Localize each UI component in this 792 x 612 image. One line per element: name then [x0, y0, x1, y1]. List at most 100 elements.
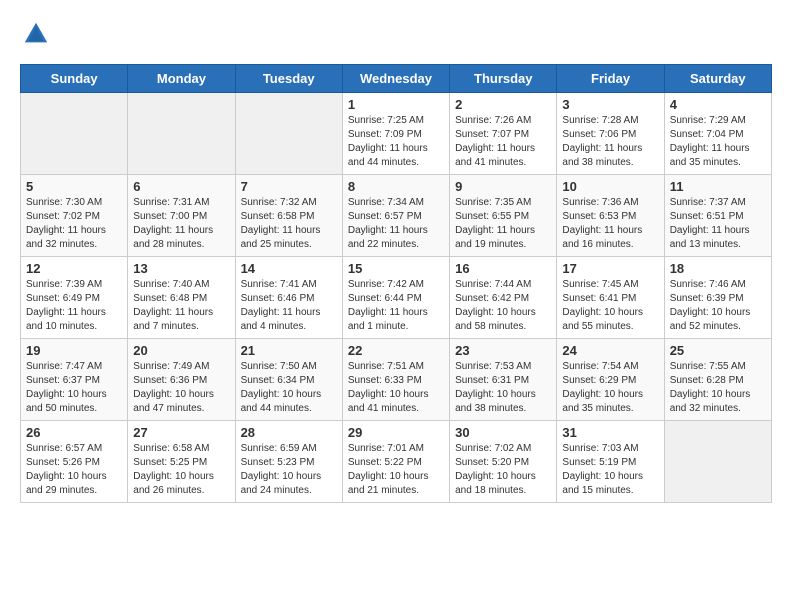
day-number: 3	[562, 97, 658, 112]
day-of-week-header: Saturday	[664, 65, 771, 93]
day-info: Sunrise: 7:46 AM Sunset: 6:39 PM Dayligh…	[670, 278, 766, 334]
day-info: Sunrise: 7:26 AM Sunset: 7:07 PM Dayligh…	[455, 114, 551, 170]
calendar-week-row: 26 Sunrise: 6:57 AM Sunset: 5:26 PM Dayli…	[21, 421, 772, 503]
day-info: Sunrise: 7:44 AM Sunset: 6:42 PM Dayligh…	[455, 278, 551, 334]
day-info: Sunrise: 7:39 AM Sunset: 6:49 PM Dayligh…	[26, 278, 122, 334]
calendar-table: SundayMondayTuesdayWednesdayThursdayFrid…	[20, 64, 772, 503]
day-of-week-header: Sunday	[21, 65, 128, 93]
calendar-day-cell: 11 Sunrise: 7:37 AM Sunset: 6:51 PM Dayli…	[664, 175, 771, 257]
day-info: Sunrise: 7:50 AM Sunset: 6:34 PM Dayligh…	[241, 360, 337, 416]
day-info: Sunrise: 7:36 AM Sunset: 6:53 PM Dayligh…	[562, 196, 658, 252]
day-info: Sunrise: 7:40 AM Sunset: 6:48 PM Dayligh…	[133, 278, 229, 334]
day-info: Sunrise: 6:59 AM Sunset: 5:23 PM Dayligh…	[241, 442, 337, 498]
day-info: Sunrise: 7:45 AM Sunset: 6:41 PM Dayligh…	[562, 278, 658, 334]
day-info: Sunrise: 7:53 AM Sunset: 6:31 PM Dayligh…	[455, 360, 551, 416]
day-number: 19	[26, 343, 122, 358]
calendar-day-cell: 22 Sunrise: 7:51 AM Sunset: 6:33 PM Dayli…	[342, 339, 449, 421]
calendar-day-cell: 28 Sunrise: 6:59 AM Sunset: 5:23 PM Dayli…	[235, 421, 342, 503]
day-info: Sunrise: 7:35 AM Sunset: 6:55 PM Dayligh…	[455, 196, 551, 252]
calendar-week-row: 1 Sunrise: 7:25 AM Sunset: 7:09 PM Daylig…	[21, 93, 772, 175]
calendar-day-cell: 19 Sunrise: 7:47 AM Sunset: 6:37 PM Dayli…	[21, 339, 128, 421]
calendar-day-cell: 5Sunrise: 7:30 AM Sunset: 7:02 PM Daylig…	[21, 175, 128, 257]
day-number: 27	[133, 425, 229, 440]
day-info: Sunrise: 7:25 AM Sunset: 7:09 PM Dayligh…	[348, 114, 444, 170]
day-info: Sunrise: 7:30 AM Sunset: 7:02 PM Dayligh…	[26, 196, 122, 252]
calendar-day-cell: 25Sunrise: 7:55 AM Sunset: 6:28 PM Dayli…	[664, 339, 771, 421]
calendar-day-cell: 17 Sunrise: 7:45 AM Sunset: 6:41 PM Dayli…	[557, 257, 664, 339]
calendar-day-cell: 12 Sunrise: 7:39 AM Sunset: 6:49 PM Dayli…	[21, 257, 128, 339]
day-info: Sunrise: 7:51 AM Sunset: 6:33 PM Dayligh…	[348, 360, 444, 416]
calendar-day-cell: 8 Sunrise: 7:34 AM Sunset: 6:57 PM Daylig…	[342, 175, 449, 257]
calendar-day-cell: 3 Sunrise: 7:28 AM Sunset: 7:06 PM Daylig…	[557, 93, 664, 175]
day-info: Sunrise: 7:41 AM Sunset: 6:46 PM Dayligh…	[241, 278, 337, 334]
day-number: 20	[133, 343, 229, 358]
calendar-day-cell: 7Sunrise: 7:32 AM Sunset: 6:58 PM Daylig…	[235, 175, 342, 257]
day-info: Sunrise: 7:54 AM Sunset: 6:29 PM Dayligh…	[562, 360, 658, 416]
day-number: 9	[455, 179, 551, 194]
calendar-day-cell: 4 Sunrise: 7:29 AM Sunset: 7:04 PM Daylig…	[664, 93, 771, 175]
calendar-day-cell: 31 Sunrise: 7:03 AM Sunset: 5:19 PM Dayli…	[557, 421, 664, 503]
day-number: 28	[241, 425, 337, 440]
day-info: Sunrise: 7:03 AM Sunset: 5:19 PM Dayligh…	[562, 442, 658, 498]
calendar-day-cell: 6 Sunrise: 7:31 AM Sunset: 7:00 PM Daylig…	[128, 175, 235, 257]
day-number: 26	[26, 425, 122, 440]
day-number: 4	[670, 97, 766, 112]
day-number: 21	[241, 343, 337, 358]
logo	[20, 20, 50, 48]
calendar-day-cell: 21 Sunrise: 7:50 AM Sunset: 6:34 PM Dayli…	[235, 339, 342, 421]
day-number: 24	[562, 343, 658, 358]
day-number: 16	[455, 261, 551, 276]
day-info: Sunrise: 7:37 AM Sunset: 6:51 PM Dayligh…	[670, 196, 766, 252]
calendar-week-row: 12 Sunrise: 7:39 AM Sunset: 6:49 PM Dayli…	[21, 257, 772, 339]
day-number: 10	[562, 179, 658, 194]
calendar-day-cell: 18 Sunrise: 7:46 AM Sunset: 6:39 PM Dayli…	[664, 257, 771, 339]
calendar-day-cell	[21, 93, 128, 175]
calendar-day-cell	[235, 93, 342, 175]
day-number: 22	[348, 343, 444, 358]
calendar-day-cell: 15 Sunrise: 7:42 AM Sunset: 6:44 PM Dayli…	[342, 257, 449, 339]
day-number: 2	[455, 97, 551, 112]
calendar-day-cell: 23Sunrise: 7:53 AM Sunset: 6:31 PM Dayli…	[450, 339, 557, 421]
day-number: 31	[562, 425, 658, 440]
day-of-week-header: Friday	[557, 65, 664, 93]
day-info: Sunrise: 6:57 AM Sunset: 5:26 PM Dayligh…	[26, 442, 122, 498]
day-info: Sunrise: 7:42 AM Sunset: 6:44 PM Dayligh…	[348, 278, 444, 334]
day-info: Sunrise: 7:02 AM Sunset: 5:20 PM Dayligh…	[455, 442, 551, 498]
calendar-header-row: SundayMondayTuesdayWednesdayThursdayFrid…	[21, 65, 772, 93]
day-number: 1	[348, 97, 444, 112]
day-number: 6	[133, 179, 229, 194]
calendar-week-row: 5Sunrise: 7:30 AM Sunset: 7:02 PM Daylig…	[21, 175, 772, 257]
calendar-day-cell: 30 Sunrise: 7:02 AM Sunset: 5:20 PM Dayli…	[450, 421, 557, 503]
calendar-day-cell: 16 Sunrise: 7:44 AM Sunset: 6:42 PM Dayli…	[450, 257, 557, 339]
day-info: Sunrise: 7:29 AM Sunset: 7:04 PM Dayligh…	[670, 114, 766, 170]
day-number: 17	[562, 261, 658, 276]
day-info: Sunrise: 7:55 AM Sunset: 6:28 PM Dayligh…	[670, 360, 766, 416]
calendar-day-cell: 9 Sunrise: 7:35 AM Sunset: 6:55 PM Daylig…	[450, 175, 557, 257]
day-info: Sunrise: 7:32 AM Sunset: 6:58 PM Dayligh…	[241, 196, 337, 252]
day-of-week-header: Wednesday	[342, 65, 449, 93]
logo-icon	[22, 20, 50, 48]
day-of-week-header: Monday	[128, 65, 235, 93]
day-number: 12	[26, 261, 122, 276]
day-number: 11	[670, 179, 766, 194]
day-info: Sunrise: 6:58 AM Sunset: 5:25 PM Dayligh…	[133, 442, 229, 498]
day-number: 8	[348, 179, 444, 194]
day-info: Sunrise: 7:28 AM Sunset: 7:06 PM Dayligh…	[562, 114, 658, 170]
day-number: 15	[348, 261, 444, 276]
calendar-day-cell: 1 Sunrise: 7:25 AM Sunset: 7:09 PM Daylig…	[342, 93, 449, 175]
calendar-day-cell: 29 Sunrise: 7:01 AM Sunset: 5:22 PM Dayli…	[342, 421, 449, 503]
calendar-day-cell: 14 Sunrise: 7:41 AM Sunset: 6:46 PM Dayli…	[235, 257, 342, 339]
day-number: 29	[348, 425, 444, 440]
calendar-day-cell: 2 Sunrise: 7:26 AM Sunset: 7:07 PM Daylig…	[450, 93, 557, 175]
day-info: Sunrise: 7:01 AM Sunset: 5:22 PM Dayligh…	[348, 442, 444, 498]
calendar-day-cell: 26 Sunrise: 6:57 AM Sunset: 5:26 PM Dayli…	[21, 421, 128, 503]
day-info: Sunrise: 7:47 AM Sunset: 6:37 PM Dayligh…	[26, 360, 122, 416]
calendar-day-cell: 13Sunrise: 7:40 AM Sunset: 6:48 PM Dayli…	[128, 257, 235, 339]
day-number: 30	[455, 425, 551, 440]
day-of-week-header: Thursday	[450, 65, 557, 93]
calendar-day-cell: 27 Sunrise: 6:58 AM Sunset: 5:25 PM Dayli…	[128, 421, 235, 503]
day-number: 18	[670, 261, 766, 276]
day-info: Sunrise: 7:34 AM Sunset: 6:57 PM Dayligh…	[348, 196, 444, 252]
day-info: Sunrise: 7:31 AM Sunset: 7:00 PM Dayligh…	[133, 196, 229, 252]
day-number: 14	[241, 261, 337, 276]
